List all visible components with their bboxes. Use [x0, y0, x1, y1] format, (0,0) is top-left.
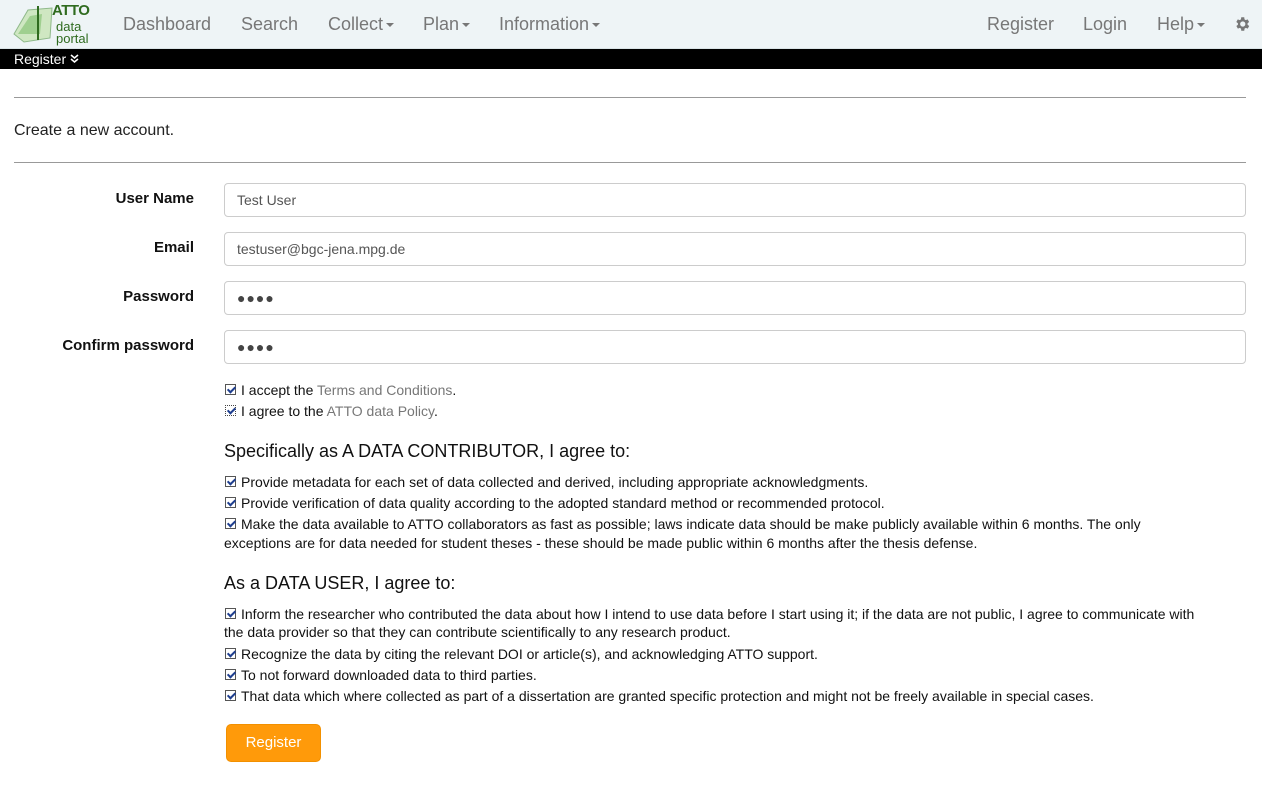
nav-search[interactable]: Search: [241, 0, 298, 49]
nav-register-label: Register: [987, 14, 1055, 34]
user-name-input[interactable]: Test User: [224, 183, 1246, 217]
user-name-label: User Name: [115, 190, 194, 207]
email-label: Email: [153, 239, 194, 256]
user-name-value: Test User: [237, 192, 297, 208]
nav-dashboard-label: Dashboard: [123, 14, 212, 34]
register-submenu-label: Register: [14, 51, 67, 67]
email-input[interactable]: testuser@bgc-jena.mpg.de: [224, 232, 1246, 266]
nav-collect-dropdown[interactable]: Collect: [328, 0, 395, 49]
caret-down-icon: [386, 23, 395, 28]
confirm-password-label: Confirm password: [62, 337, 194, 354]
policy-link[interactable]: ATTO data Policy: [327, 403, 434, 419]
caret-down-icon: [462, 23, 471, 28]
map-logo-icon: [13, 6, 53, 43]
confirm-password-value: ●●●●: [237, 339, 275, 355]
user-checkbox-2[interactable]: [225, 648, 236, 659]
accept-terms-prefix: I accept the: [241, 382, 318, 398]
register-submenu-toggle[interactable]: Register: [14, 49, 79, 69]
nav-plan-label: Plan: [423, 14, 460, 34]
divider: [14, 162, 1246, 163]
double-chevron-down-icon: [70, 54, 79, 64]
agree-policy-prefix: I agree to the: [241, 403, 327, 419]
contributor-item-2: Provide verification of data quality acc…: [241, 495, 885, 511]
accept-terms-suffix: .: [452, 382, 457, 398]
user-item-4: That data which where collected as part …: [241, 688, 1094, 704]
page-intro: Create a new account.: [14, 122, 175, 139]
user-checkbox-1[interactable]: [225, 608, 236, 619]
nav-help-dropdown[interactable]: Help: [1157, 0, 1206, 49]
terms-link[interactable]: Terms and Conditions: [317, 382, 452, 398]
user-item-1: Inform the researcher who contributed th…: [241, 606, 1195, 622]
atto-logo[interactable]: ATTO data portal: [12, 2, 98, 46]
nav-plan-dropdown[interactable]: Plan: [423, 0, 471, 49]
nav-register[interactable]: Register: [987, 0, 1054, 49]
user-item-2: Recognize the data by citing the relevan…: [241, 646, 818, 662]
contributor-item-3: Make the data available to ATTO collabor…: [241, 516, 1141, 532]
nav-login[interactable]: Login: [1083, 0, 1127, 49]
contributor-item-3-continued: exceptions are for data needed for stude…: [224, 535, 978, 551]
accept-terms-text: I accept the Terms and Conditions.: [241, 381, 456, 400]
nav-dashboard[interactable]: Dashboard: [123, 0, 211, 49]
nav-search-label: Search: [241, 14, 299, 34]
nav-help-label: Help: [1157, 14, 1195, 34]
password-label: Password: [123, 288, 194, 305]
contributor-checkbox-3[interactable]: [225, 518, 236, 529]
contributor-checkbox-1[interactable]: [225, 476, 236, 487]
contributor-item-1: Provide metadata for each set of data co…: [241, 474, 869, 490]
user-checkbox-4[interactable]: [225, 690, 236, 701]
user-checkbox-3[interactable]: [225, 669, 236, 680]
caret-down-icon: [592, 23, 601, 28]
nav-login-label: Login: [1083, 14, 1128, 34]
agree-policy-text: I agree to the ATTO data Policy.: [241, 402, 438, 421]
register-submit-button[interactable]: Register: [226, 724, 321, 762]
logo-line-2: portal: [56, 31, 89, 46]
email-value: testuser@bgc-jena.mpg.de: [237, 241, 406, 257]
gear-icon[interactable]: [1233, 15, 1251, 33]
top-navbar: ATTO data portal Dashboard Search Collec…: [0, 0, 1262, 49]
password-input[interactable]: ●●●●: [224, 281, 1246, 315]
accept-terms-checkbox[interactable]: [225, 384, 236, 395]
agree-policy-suffix: .: [434, 403, 438, 419]
logo-title: ATTO: [52, 2, 90, 19]
user-item-1-continued: the data provider so that they can contr…: [224, 624, 731, 640]
password-value: ●●●●: [237, 290, 275, 306]
contributor-checkbox-2[interactable]: [225, 497, 236, 508]
sub-navbar: Register: [0, 49, 1262, 69]
contributor-heading: Specifically as A DATA CONTRIBUTOR, I ag…: [224, 441, 631, 461]
caret-down-icon: [1197, 23, 1206, 28]
nav-information-label: Information: [499, 14, 590, 34]
user-heading: As a DATA USER, I agree to:: [224, 573, 456, 593]
divider: [14, 97, 1246, 98]
user-item-3: To not forward downloaded data to third …: [241, 667, 537, 683]
nav-collect-label: Collect: [328, 14, 384, 34]
confirm-password-input[interactable]: ●●●●: [224, 330, 1246, 364]
nav-information-dropdown[interactable]: Information: [499, 0, 601, 49]
register-submit-label: Register: [245, 734, 302, 751]
agree-policy-checkbox[interactable]: [225, 405, 236, 416]
